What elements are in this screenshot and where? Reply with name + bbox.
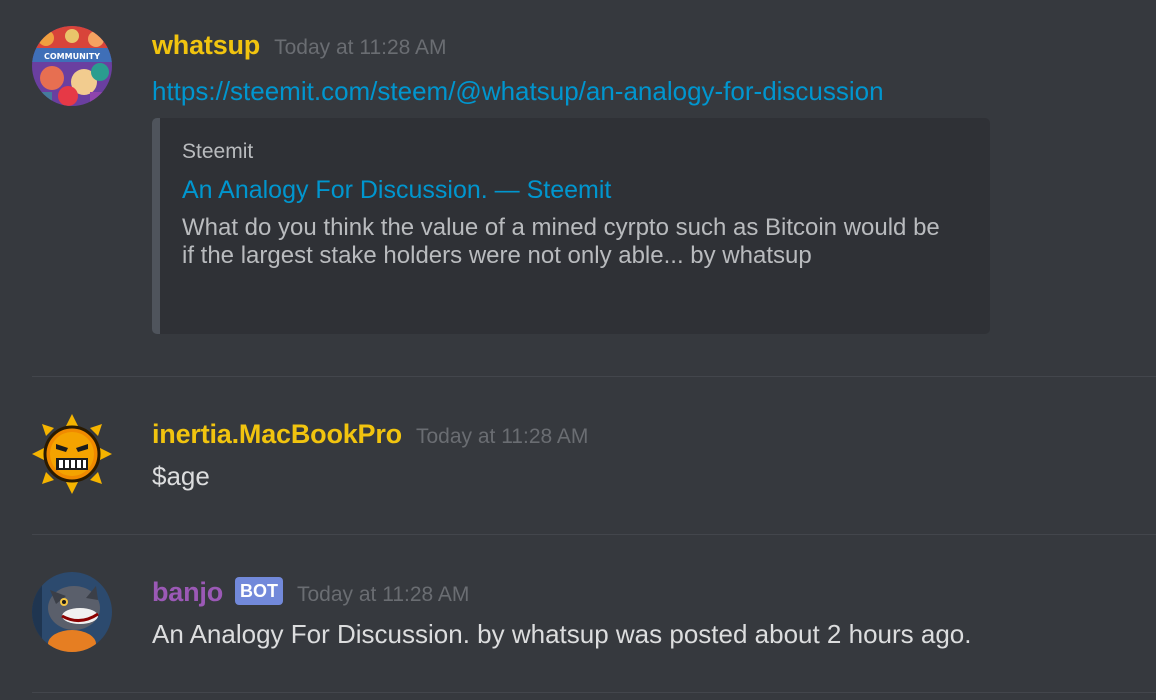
embed-provider: Steemit [182, 140, 254, 163]
message-content: $age [152, 461, 210, 491]
message-link[interactable]: https://steemit.com/steem/@whatsup/an-an… [152, 76, 884, 106]
message-group-banjo: banjo BOT Today at 11:28 AM An Analogy F… [0, 535, 1156, 692]
bot-tag: BOT [235, 576, 283, 605]
username-banjo[interactable]: banjo [152, 577, 223, 608]
avatar-lettering: COMMUNITY [44, 52, 100, 61]
message-header: inertia.MacBookPro Today at 11:28 AM [152, 419, 588, 450]
chat-message-list: COMMUNITY whatsup Today at 11:28 AM http… [0, 0, 1156, 700]
message-header: banjo BOT Today at 11:28 AM [152, 576, 470, 608]
link-embed: Steemit An Analogy For Discussion. — Ste… [152, 118, 990, 334]
message-divider [32, 692, 1156, 693]
message-group-inertia: inertia.MacBookPro Today at 11:28 AM $ag… [0, 377, 1156, 534]
avatar-image: COMMUNITY [32, 26, 112, 106]
message-timestamp: Today at 11:28 AM [415, 425, 589, 448]
message-timestamp: Today at 11:28 AM [274, 36, 447, 59]
banjo-avatar-image [32, 572, 112, 652]
embed-description: What do you think the value of a mined c… [182, 214, 940, 269]
username-whatsup[interactable]: whatsup [152, 30, 260, 61]
avatar-banjo[interactable] [32, 572, 112, 652]
username-inertia[interactable]: inertia.MacBookPro [152, 419, 402, 450]
message-header: whatsup Today at 11:28 AM [152, 30, 447, 61]
message-content: An Analogy For Discussion. by whatsup wa… [152, 619, 972, 649]
message-content: https://steemit.com/steem/@whatsup/an-an… [152, 76, 884, 107]
avatar-inertia[interactable] [32, 414, 112, 494]
avatar-whatsup[interactable]: COMMUNITY [32, 26, 112, 106]
embed-title-link[interactable]: An Analogy For Discussion. — Steemit [182, 176, 611, 205]
message-timestamp: Today at 11:28 AM [297, 583, 470, 606]
sun-face-icon [32, 414, 112, 494]
message-group-whatsup: COMMUNITY whatsup Today at 11:28 AM http… [0, 0, 1156, 376]
